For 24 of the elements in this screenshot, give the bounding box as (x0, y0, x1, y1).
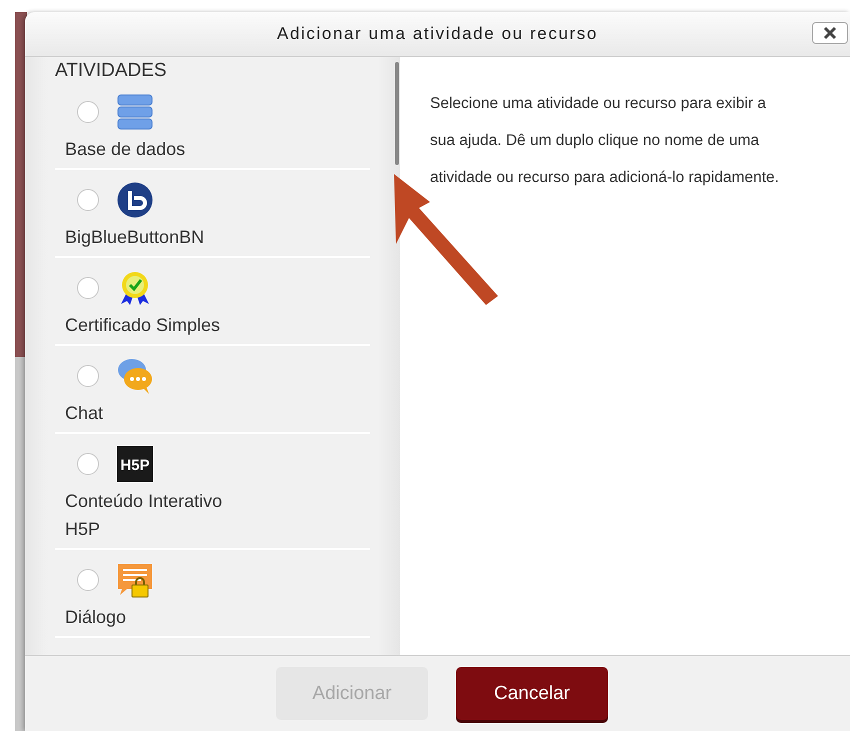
radio-button[interactable] (77, 277, 99, 299)
scrollbar-thumb[interactable] (395, 62, 399, 165)
radio-button[interactable] (77, 365, 99, 387)
letter-b-circle-icon (117, 182, 153, 218)
radio-button[interactable] (77, 569, 99, 591)
activity-label[interactable]: Chat (65, 399, 250, 427)
database-icon (117, 94, 153, 130)
activity-label[interactable]: Base de dados (65, 135, 250, 163)
help-text: Selecione uma atividade ou recurso para exibir a sua ajuda. Dê um duplo clique no nome de uma atividade ou recurso para adicioná-lo rapidamente. (430, 94, 780, 188)
close-button[interactable] (812, 22, 848, 44)
activity-label[interactable]: BigBlueButtonBN (65, 223, 250, 251)
cancel-button[interactable]: Cancelar (456, 667, 608, 720)
activity-label[interactable]: Certificado Simples (65, 311, 250, 339)
radio-button[interactable] (77, 101, 99, 123)
activity-label[interactable]: Conteúdo Interativo H5P (65, 487, 250, 543)
activity-label[interactable]: Diálogo (65, 603, 250, 631)
section-heading: ATIVIDADES (55, 60, 168, 82)
dialog-title: Adicionar uma atividade ou recurso (277, 24, 598, 44)
h5p-logo-icon: H5P (117, 446, 153, 482)
radio-button[interactable] (77, 453, 99, 475)
radio-button[interactable] (77, 189, 99, 211)
chat-bubbles-icon (117, 358, 153, 394)
close-icon (823, 26, 837, 40)
speech-bubble-lock-icon (117, 562, 153, 598)
